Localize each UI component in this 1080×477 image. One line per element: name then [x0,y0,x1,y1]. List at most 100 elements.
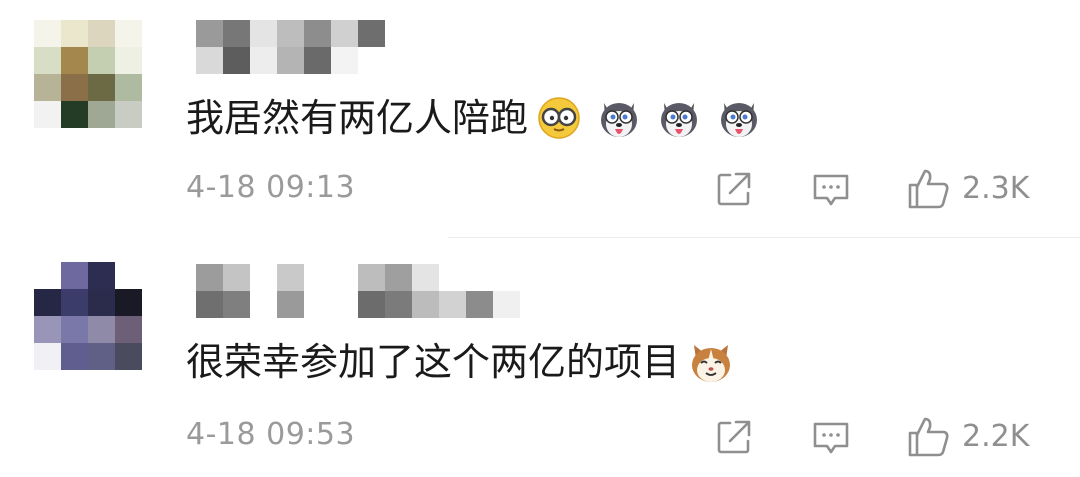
mosaic-cell [250,47,277,74]
share-button[interactable] [714,417,754,457]
mosaic-cell [358,20,385,47]
mosaic-cell [196,47,223,74]
comment-item: 很荣幸参加了这个两亿的项目 4-18 09:53 2.2K [0,238,1080,477]
mosaic-cell [115,289,142,316]
like-button[interactable]: 2.3K [906,165,1029,211]
mosaic-cell [277,264,304,291]
mosaic-cell [61,20,88,47]
mosaic-cell [358,291,385,318]
mosaic-cell [466,264,493,291]
mosaic-cell [250,264,277,291]
mosaic-cell [34,101,61,128]
mosaic-cell [412,291,439,318]
mosaic-cell [61,343,88,370]
mosaic-cell [115,262,142,289]
like-count: 2.3K [962,170,1030,206]
mosaic-cell [277,291,304,318]
mosaic-cell [115,20,142,47]
comment-icon [813,174,849,206]
comment-icon [813,422,849,454]
mosaic-cell [61,101,88,128]
like-count: 2.2K [962,418,1030,454]
like-button[interactable]: 2.2K [906,413,1029,459]
mosaic-cell [223,20,250,47]
mosaic-cell [493,291,520,318]
avatar[interactable] [34,20,142,128]
mosaic-cell [223,291,250,318]
mosaic-cell [34,262,61,289]
username-blurred[interactable] [196,264,520,318]
mosaic-cell [115,316,142,343]
mosaic-cell [250,20,277,47]
mosaic-cell [223,47,250,74]
thumbs-up-icon [908,417,949,457]
mosaic-cell [250,291,277,318]
mosaic-cell [304,264,331,291]
comment-timestamp: 4-18 09:13 [186,170,356,205]
mosaic-cell [88,74,115,101]
mosaic-cell [88,262,115,289]
mosaic-cell [385,264,412,291]
mosaic-cell [61,74,88,101]
mosaic-cell [34,343,61,370]
mosaic-cell [196,264,223,291]
thumbs-up-icon [908,169,949,209]
mosaic-cell [304,291,331,318]
mosaic-cell [196,20,223,47]
share-button[interactable] [714,169,754,209]
reply-button[interactable] [810,417,852,459]
comment-text-content: 很荣幸参加了这个两亿的项目 [186,340,681,384]
nerd-glasses-emoji-icon [536,95,582,141]
mosaic-cell [385,291,412,318]
mosaic-cell [331,264,358,291]
mosaic-cell [466,291,493,318]
mosaic-cell [88,289,115,316]
mosaic-cell [115,101,142,128]
mosaic-cell [61,289,88,316]
husky-emoji-icon [716,95,762,141]
mosaic-cell [277,20,304,47]
mosaic-cell [331,47,358,74]
comment-timestamp: 4-18 09:53 [186,417,356,452]
mosaic-cell [304,20,331,47]
mosaic-cell [88,20,115,47]
share-icon [717,172,751,206]
comment-item: 我居然有两亿人陪跑 4-18 09:13 2.3K [0,0,1080,238]
mosaic-cell [88,316,115,343]
mosaic-cell [88,47,115,74]
mosaic-cell [34,47,61,74]
mosaic-cell [439,264,466,291]
mosaic-cell [277,47,304,74]
mosaic-cell [88,101,115,128]
reply-button[interactable] [810,169,852,211]
mosaic-cell [493,264,520,291]
mosaic-cell [331,20,358,47]
mosaic-cell [196,291,223,318]
mosaic-cell [115,343,142,370]
comment-text: 很荣幸参加了这个两亿的项目 [186,338,734,386]
avatar[interactable] [34,262,142,370]
mosaic-cell [61,47,88,74]
mosaic-cell [358,47,385,74]
husky-emoji-icon [596,95,642,141]
mosaic-cell [34,289,61,316]
mosaic-cell [439,291,466,318]
mosaic-cell [304,47,331,74]
mosaic-cell [61,316,88,343]
mosaic-cell [358,264,385,291]
comment-text: 我居然有两亿人陪跑 [186,94,762,142]
mosaic-cell [331,291,358,318]
mosaic-cell [61,262,88,289]
mosaic-cell [412,264,439,291]
mosaic-cell [34,316,61,343]
share-icon [717,420,751,454]
comment-text-content: 我居然有两亿人陪跑 [186,96,529,140]
mosaic-cell [34,74,61,101]
mosaic-cell [115,47,142,74]
username-blurred[interactable] [196,20,386,74]
mosaic-cell [34,20,61,47]
mosaic-cell [88,343,115,370]
mosaic-cell [223,264,250,291]
cat-emoji-icon [688,339,734,385]
husky-emoji-icon [656,95,702,141]
